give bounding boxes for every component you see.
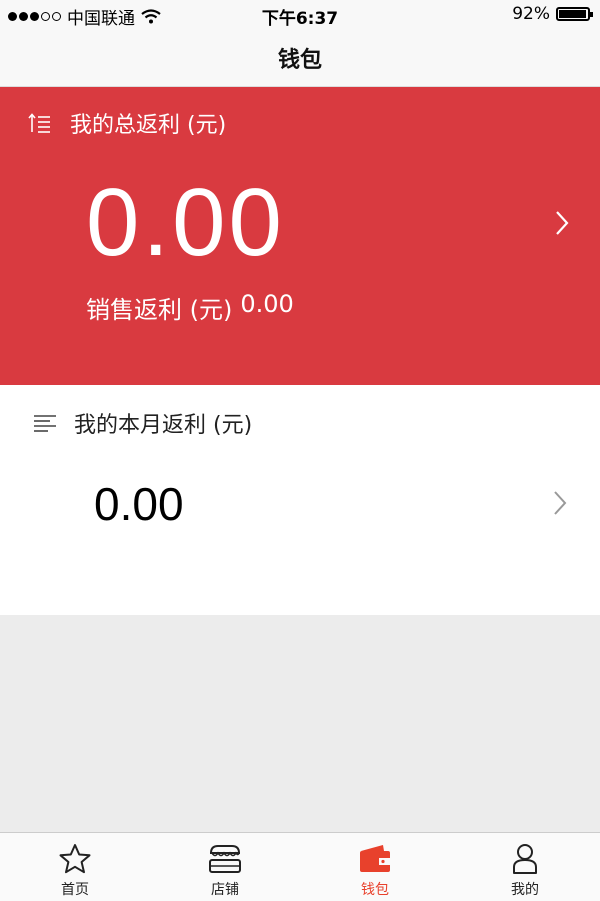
monthly-rebate-card[interactable]: 我的本月返利 (元) 0.00 xyxy=(0,385,600,615)
chevron-right-icon xyxy=(556,211,569,235)
total-rebate-label: 我的总返利 (元) xyxy=(70,113,227,138)
tab-wallet-label: 钱包 xyxy=(361,882,389,898)
tab-shop[interactable]: 店铺 xyxy=(150,833,300,901)
tab-home-label: 首页 xyxy=(61,882,89,898)
total-rebate-header: 我的总返利 (元) xyxy=(28,107,226,139)
person-icon xyxy=(513,844,537,874)
status-right: 92% xyxy=(512,4,593,24)
tab-mine[interactable]: 我的 xyxy=(450,833,600,901)
status-time: 下午6:37 xyxy=(261,9,339,29)
nav-bar: 钱包 xyxy=(0,30,600,87)
tab-shop-label: 店铺 xyxy=(211,882,239,898)
sales-rebate-line: 销售返利 (元) 0.00 xyxy=(86,290,294,325)
tab-home[interactable]: 首页 xyxy=(0,833,150,901)
tab-bar: 首页 店铺 钱包 我的 xyxy=(0,832,600,901)
total-rebate-amount: 0.00 xyxy=(86,169,285,276)
chevron-right-icon xyxy=(554,491,567,515)
shop-icon xyxy=(209,845,241,873)
monthly-rebate-header: 我的本月返利 (元) xyxy=(34,407,252,439)
page-title: 钱包 xyxy=(277,48,322,73)
monthly-rebate-amount: 0.00 xyxy=(94,478,184,530)
star-icon xyxy=(59,844,91,874)
monthly-rebate-label: 我的本月返利 (元) xyxy=(74,413,253,438)
status-bar: 中国联通 下午6:37 92% xyxy=(0,0,600,30)
sales-rebate-value: 0.00 xyxy=(240,290,294,318)
sales-rebate-label: 销售返利 (元) xyxy=(86,296,233,324)
tab-mine-label: 我的 xyxy=(511,882,539,898)
menu-lines-icon xyxy=(34,415,56,432)
wallet-icon xyxy=(360,845,390,872)
tab-wallet[interactable]: 钱包 xyxy=(300,833,450,901)
battery-icon xyxy=(556,7,593,21)
battery-percent: 92% xyxy=(512,4,550,24)
sort-list-icon xyxy=(28,113,50,133)
total-rebate-card[interactable]: 我的总返利 (元) 0.00 销售返利 (元) 0.00 xyxy=(0,87,600,385)
